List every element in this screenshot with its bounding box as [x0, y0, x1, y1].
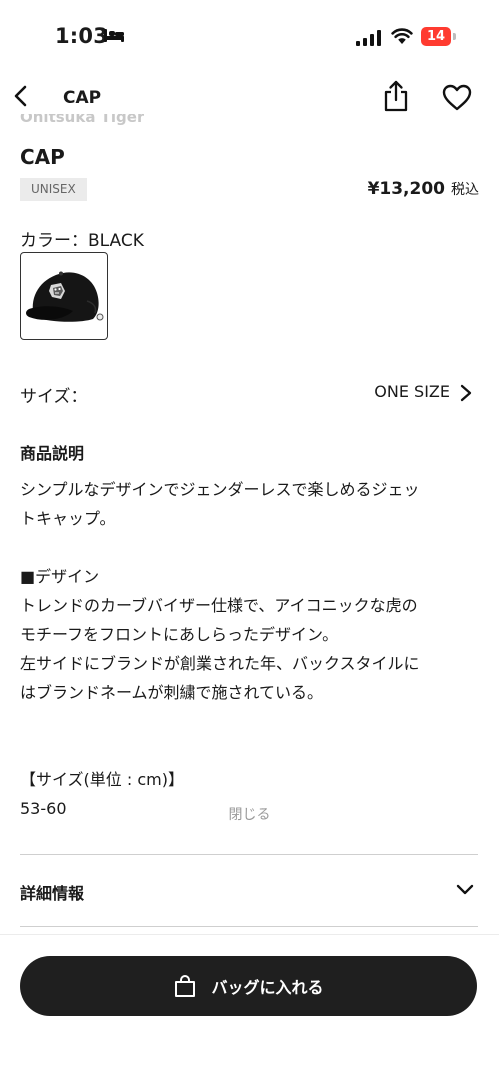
- battery-indicator: 14: [421, 27, 451, 46]
- description-title: 商品説明: [20, 444, 85, 463]
- price-value: ¥13,200: [367, 179, 445, 199]
- collapse-description-button[interactable]: 閉じる: [0, 804, 499, 824]
- back-arrow-icon[interactable]: [10, 84, 34, 108]
- color-swatch-black[interactable]: [20, 252, 108, 340]
- divider: [20, 926, 478, 927]
- share-icon[interactable]: [382, 80, 410, 112]
- unisex-tag: UNISEX: [20, 178, 87, 201]
- chevron-down-icon: [456, 884, 474, 895]
- divider: [20, 854, 478, 855]
- favorite-heart-icon[interactable]: [442, 84, 472, 111]
- brand-name: Onitsuka Tiger: [20, 114, 145, 126]
- status-time: 1:03: [55, 24, 109, 48]
- sleep-focus-icon: [104, 29, 124, 42]
- top-navigation: CAP: [0, 70, 499, 120]
- size-value: ONE SIZE: [374, 382, 450, 401]
- description-body: シンプルなデザインでジェンダーレスで楽しめるジェッ トキャップ。 ■デザイン ト…: [20, 480, 420, 818]
- battery-cap: [453, 33, 456, 40]
- shopping-bag-icon: [175, 975, 196, 997]
- wifi-icon: [391, 28, 413, 44]
- size-selector[interactable]: サイズ： ONE SIZE: [20, 378, 478, 407]
- details-accordion[interactable]: 詳細情報: [20, 862, 478, 922]
- details-label: 詳細情報: [20, 884, 85, 903]
- bottom-bar-divider: [0, 934, 499, 935]
- product-price: ¥13,200 税込: [368, 179, 479, 199]
- chevron-right-icon: [460, 384, 472, 402]
- tax-label: 税込: [451, 182, 479, 198]
- product-name: CAP: [20, 145, 65, 169]
- add-to-bag-button[interactable]: バッグに入れる: [20, 956, 477, 1016]
- cellular-signal-icon: [356, 30, 381, 46]
- page-title: CAP: [63, 88, 102, 108]
- add-to-bag-label: バッグに入れる: [211, 978, 324, 997]
- color-label: カラー：BLACK: [20, 231, 144, 251]
- size-label: サイズ：: [20, 387, 88, 407]
- status-bar: 1:03 14: [0, 0, 499, 60]
- cap-product-image: [26, 271, 104, 322]
